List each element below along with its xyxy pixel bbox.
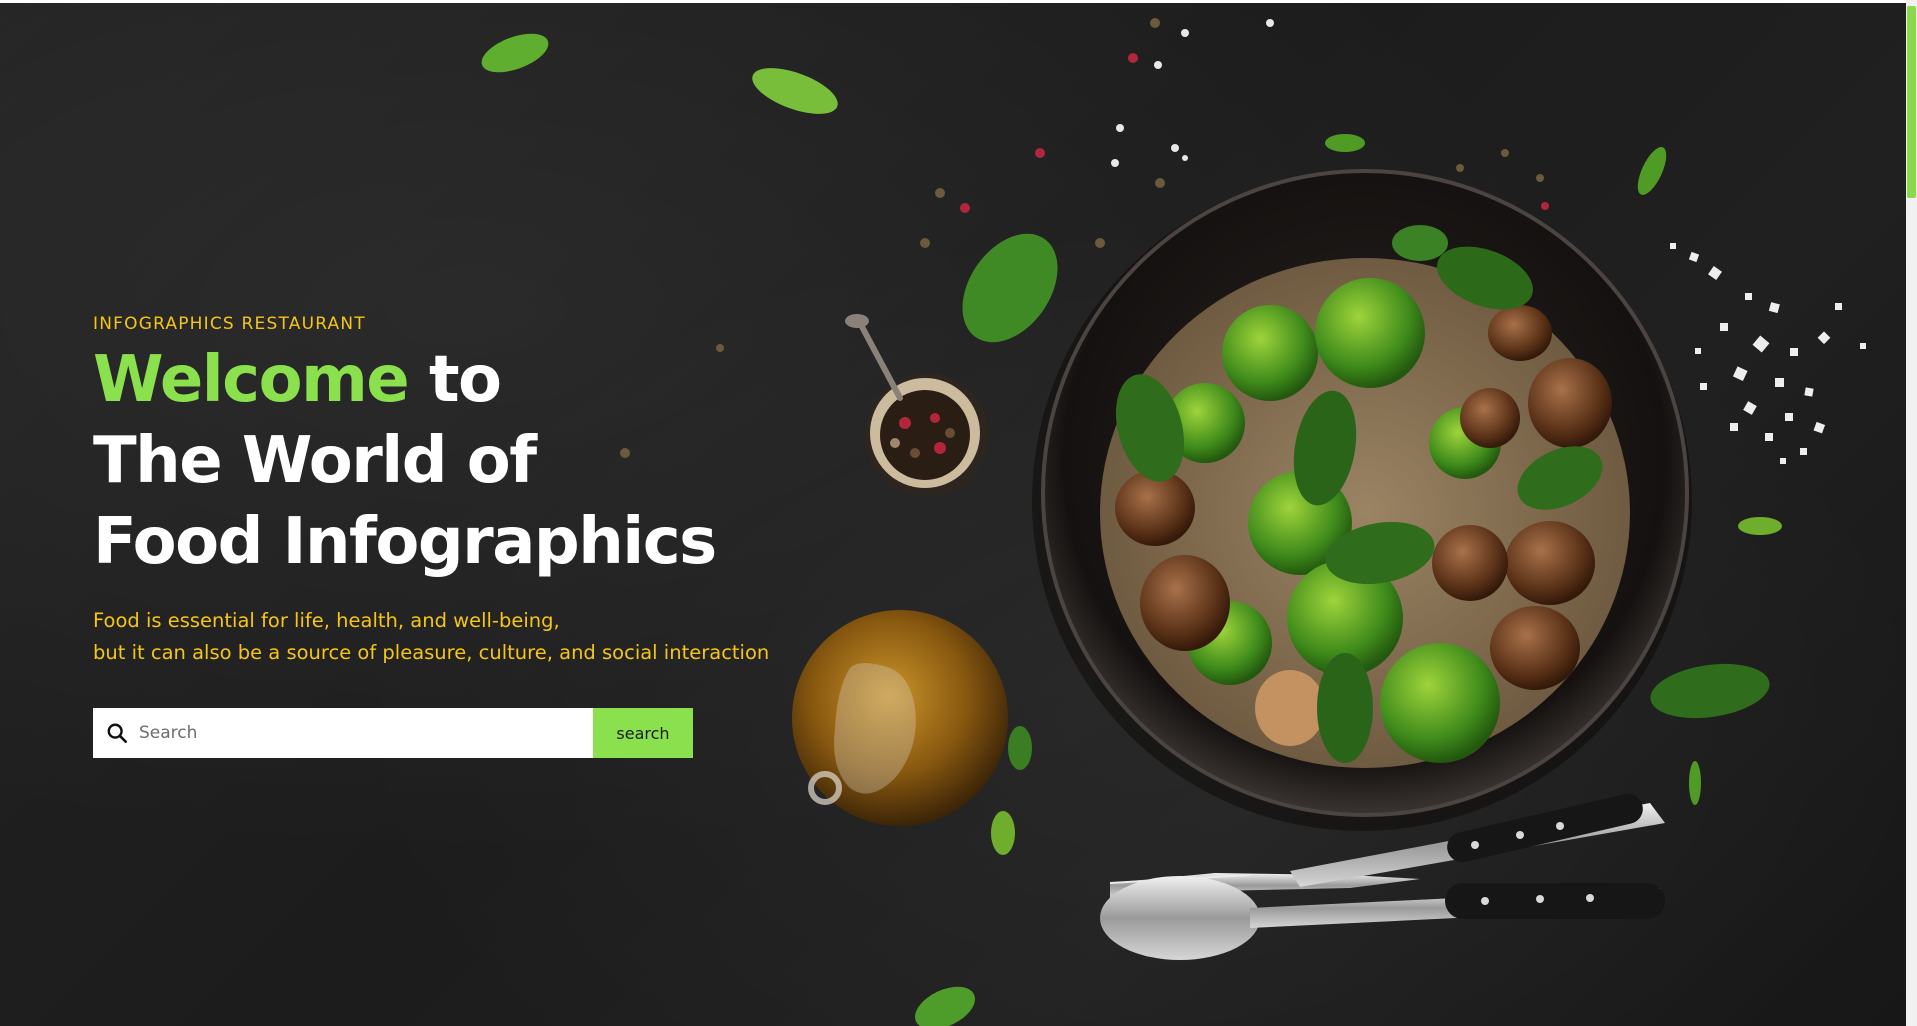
search-input[interactable] xyxy=(135,708,585,758)
salt-crystals-icon xyxy=(1670,243,1866,464)
olive-oil-jar-icon xyxy=(792,610,1008,826)
tagline-line1: Food is essential for life, health, and … xyxy=(93,609,560,632)
headline-line2: The World of xyxy=(93,424,537,498)
headline-line1-rest: to xyxy=(428,343,502,417)
search-field-wrapper[interactable] xyxy=(93,708,593,758)
search-form: search xyxy=(93,708,693,758)
hero-tagline: Food is essential for life, health, and … xyxy=(93,605,813,669)
browser-viewport: INFOGRAPHICS RESTAURANT Welcome to The W… xyxy=(0,0,1917,1026)
spoon-icon xyxy=(1100,876,1665,960)
search-icon xyxy=(107,723,127,743)
peppercorn-pot-icon xyxy=(845,314,989,497)
page-scrollbar[interactable] xyxy=(1906,0,1917,1026)
page-title: Welcome to The World of Food Infographic… xyxy=(93,340,813,583)
headline-accent-word: Welcome xyxy=(93,343,410,417)
tagline-line2: but it can also be a source of pleasure,… xyxy=(93,641,770,664)
hero-section: INFOGRAPHICS RESTAURANT Welcome to The W… xyxy=(0,3,1906,1026)
bowl-icon xyxy=(1032,169,1692,831)
headline-line3: Food Infographics xyxy=(93,505,717,579)
hero-text-block: INFOGRAPHICS RESTAURANT Welcome to The W… xyxy=(93,313,813,669)
restaurant-eyebrow: INFOGRAPHICS RESTAURANT xyxy=(93,314,366,334)
search-button[interactable]: search xyxy=(593,708,693,758)
scrollbar-thumb[interactable] xyxy=(1907,6,1916,198)
